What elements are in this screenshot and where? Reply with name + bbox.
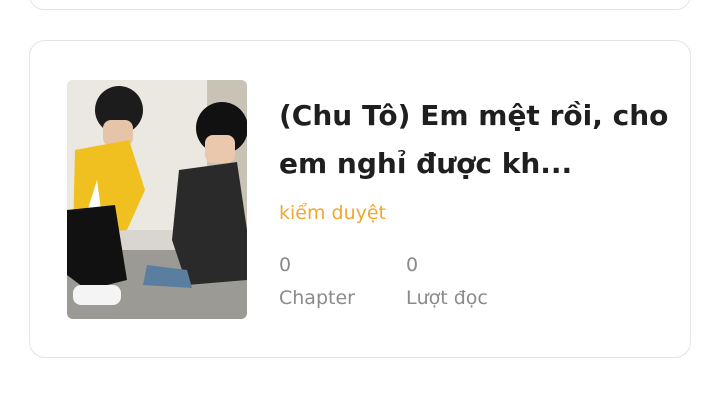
story-status-label: kiểm duyệt bbox=[279, 202, 387, 224]
chapter-label: Chapter bbox=[279, 287, 355, 309]
read-count: 0 bbox=[406, 254, 419, 276]
chapter-count: 0 bbox=[279, 254, 292, 276]
reads-stat: 0 Lượt đọc bbox=[406, 252, 488, 311]
previous-story-card[interactable] bbox=[29, 0, 691, 10]
read-label: Lượt đọc bbox=[406, 287, 488, 309]
story-title[interactable]: (Chu Tô) Em mệt rồi, cho em nghỉ được kh… bbox=[279, 92, 669, 188]
chapter-stat: 0 Chapter bbox=[279, 252, 355, 311]
story-cover-image[interactable] bbox=[67, 80, 247, 319]
